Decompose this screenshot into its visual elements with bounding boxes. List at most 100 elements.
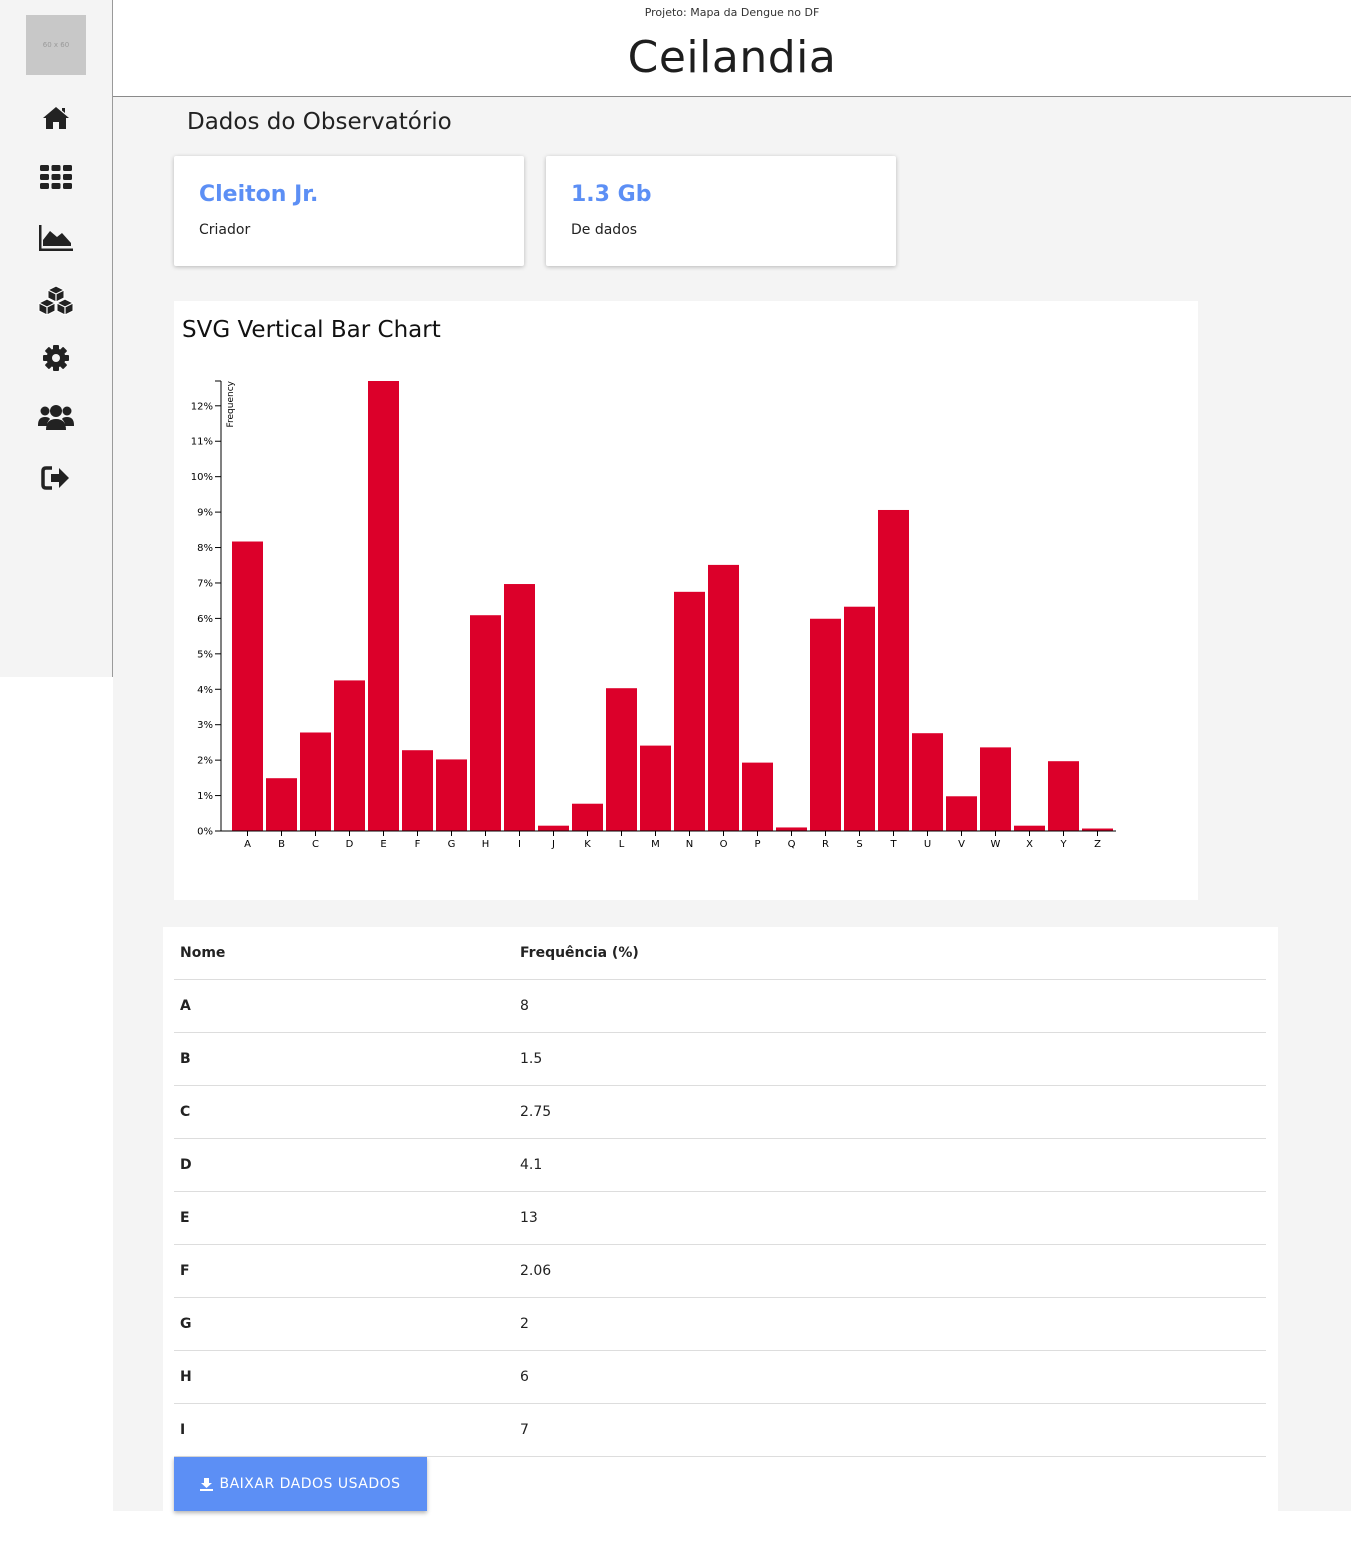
sidebar: 60 x 60: [0, 0, 113, 677]
y-tick-label: 1%: [197, 791, 213, 802]
row-frequency: 2.75: [514, 1085, 1266, 1139]
bar-R: [810, 618, 841, 831]
bar-F: [402, 750, 433, 831]
y-tick-label: 12%: [191, 401, 213, 412]
row-frequency: 4.1: [514, 1138, 1266, 1192]
bar-L: [606, 688, 637, 831]
x-tick-label: N: [686, 839, 693, 850]
bar-K: [572, 803, 603, 831]
bar-M: [640, 745, 671, 831]
table-row: G2: [174, 1297, 1266, 1351]
row-name: A: [174, 979, 514, 1033]
bar-I: [504, 584, 535, 831]
download-icon: [200, 1477, 214, 1491]
x-tick-label: L: [619, 839, 625, 850]
x-tick-label: G: [448, 839, 456, 850]
y-tick-label: 3%: [197, 720, 213, 731]
row-name: I: [174, 1403, 514, 1457]
data-table: Nome Frequência (%) A8 B 1.5 C 2.75 D 4.1 E…: [174, 927, 1266, 1457]
table-row: A8: [174, 979, 1266, 1033]
sign-out-icon[interactable]: [36, 458, 76, 498]
row-name: G: [174, 1297, 514, 1351]
creator-label: Criador: [199, 222, 251, 238]
x-tick-label: K: [584, 839, 591, 850]
users-icon[interactable]: [36, 397, 76, 437]
data-size-value: 1.3 Gb: [571, 182, 652, 207]
y-tick-label: 0%: [197, 827, 213, 838]
x-tick-label: S: [856, 839, 862, 850]
table-row: E 13: [174, 1191, 1266, 1245]
bar-P: [742, 762, 773, 831]
y-tick-label: 8%: [197, 543, 213, 554]
x-tick-label: X: [1026, 839, 1033, 850]
bar-Y: [1048, 761, 1079, 831]
row-name: D: [174, 1138, 514, 1192]
table-row: I7: [174, 1403, 1266, 1457]
row-frequency: 1.5: [514, 1032, 1266, 1086]
row-name: E: [174, 1191, 514, 1245]
y-tick-label: 11%: [191, 437, 213, 448]
row-frequency: 8: [514, 979, 1266, 1033]
x-tick-label: H: [482, 839, 490, 850]
home-icon[interactable]: [36, 98, 76, 138]
x-tick-label: I: [518, 839, 521, 850]
y-tick-label: 7%: [197, 578, 213, 589]
row-frequency: 6: [514, 1350, 1266, 1404]
table-row: B 1.5: [174, 1032, 1266, 1086]
bar-G: [436, 759, 467, 831]
x-tick-label: U: [924, 839, 931, 850]
x-tick-label: Y: [1059, 839, 1067, 850]
x-tick-label: D: [346, 839, 354, 850]
x-tick-label: V: [958, 839, 965, 850]
column-header-frequency: Frequência (%): [514, 927, 1266, 980]
bar-N: [674, 591, 705, 831]
project-name: Projeto: Mapa da Dengue no DF: [644, 6, 820, 19]
row-name: C: [174, 1085, 514, 1139]
y-tick-label: 9%: [197, 508, 213, 519]
bar-T: [878, 509, 909, 831]
bar-W: [980, 747, 1011, 831]
x-tick-label: Q: [788, 839, 796, 850]
bar-X: [1014, 825, 1045, 831]
logo-placeholder: 60 x 60: [26, 15, 86, 75]
column-header-name: Nome: [174, 927, 514, 980]
row-frequency: 2: [514, 1297, 1266, 1351]
x-tick-label: W: [991, 839, 1001, 850]
cubes-icon[interactable]: [36, 280, 76, 320]
page-header: Projeto: Mapa da Dengue no DF Ceilandia: [113, 0, 1351, 97]
bar-A: [232, 541, 263, 831]
x-tick-label: T: [889, 839, 897, 850]
x-tick-label: Z: [1094, 839, 1101, 850]
bar-S: [844, 606, 875, 831]
x-tick-label: O: [720, 839, 728, 850]
row-name: F: [174, 1244, 514, 1298]
bar-J: [538, 825, 569, 831]
bar-U: [912, 733, 943, 831]
area-chart-icon[interactable]: [36, 218, 76, 258]
table-row: C 2.75: [174, 1085, 1266, 1139]
x-tick-label: R: [822, 839, 829, 850]
x-tick-label: A: [244, 839, 251, 850]
table-row: F 2.06: [174, 1244, 1266, 1298]
download-label: BAIXAR DADOS USADOS: [219, 1476, 401, 1492]
y-tick-label: 4%: [197, 685, 213, 696]
gear-icon[interactable]: [36, 338, 76, 378]
grid-icon[interactable]: [36, 157, 76, 197]
bar-chart: 0% 1% 2% 3% 4% 5% 6% 7% 8% 9% 10% 11% 12% Frequency A B…: [191, 380, 1116, 850]
data-table-panel: Nome Frequência (%) A8 B 1.5 C 2.75 D 4.1 E…: [163, 927, 1278, 1511]
x-tick-label: P: [754, 839, 760, 850]
y-tick-label: 5%: [197, 649, 213, 660]
bar-H: [470, 615, 501, 831]
x-tick-label: E: [380, 839, 386, 850]
row-name: H: [174, 1350, 514, 1404]
x-tick-label: M: [651, 839, 660, 850]
x-tick-label: B: [278, 839, 285, 850]
bar-B: [266, 778, 297, 831]
row-frequency: 7: [514, 1403, 1266, 1457]
bar-O: [708, 564, 739, 831]
download-data-button[interactable]: BAIXAR DADOS USADOS: [174, 1457, 427, 1511]
table-header-row: Nome Frequência (%): [174, 927, 1266, 980]
bar-D: [334, 680, 365, 831]
data-size-label: De dados: [571, 222, 638, 238]
y-tick-label: 6%: [197, 614, 213, 625]
